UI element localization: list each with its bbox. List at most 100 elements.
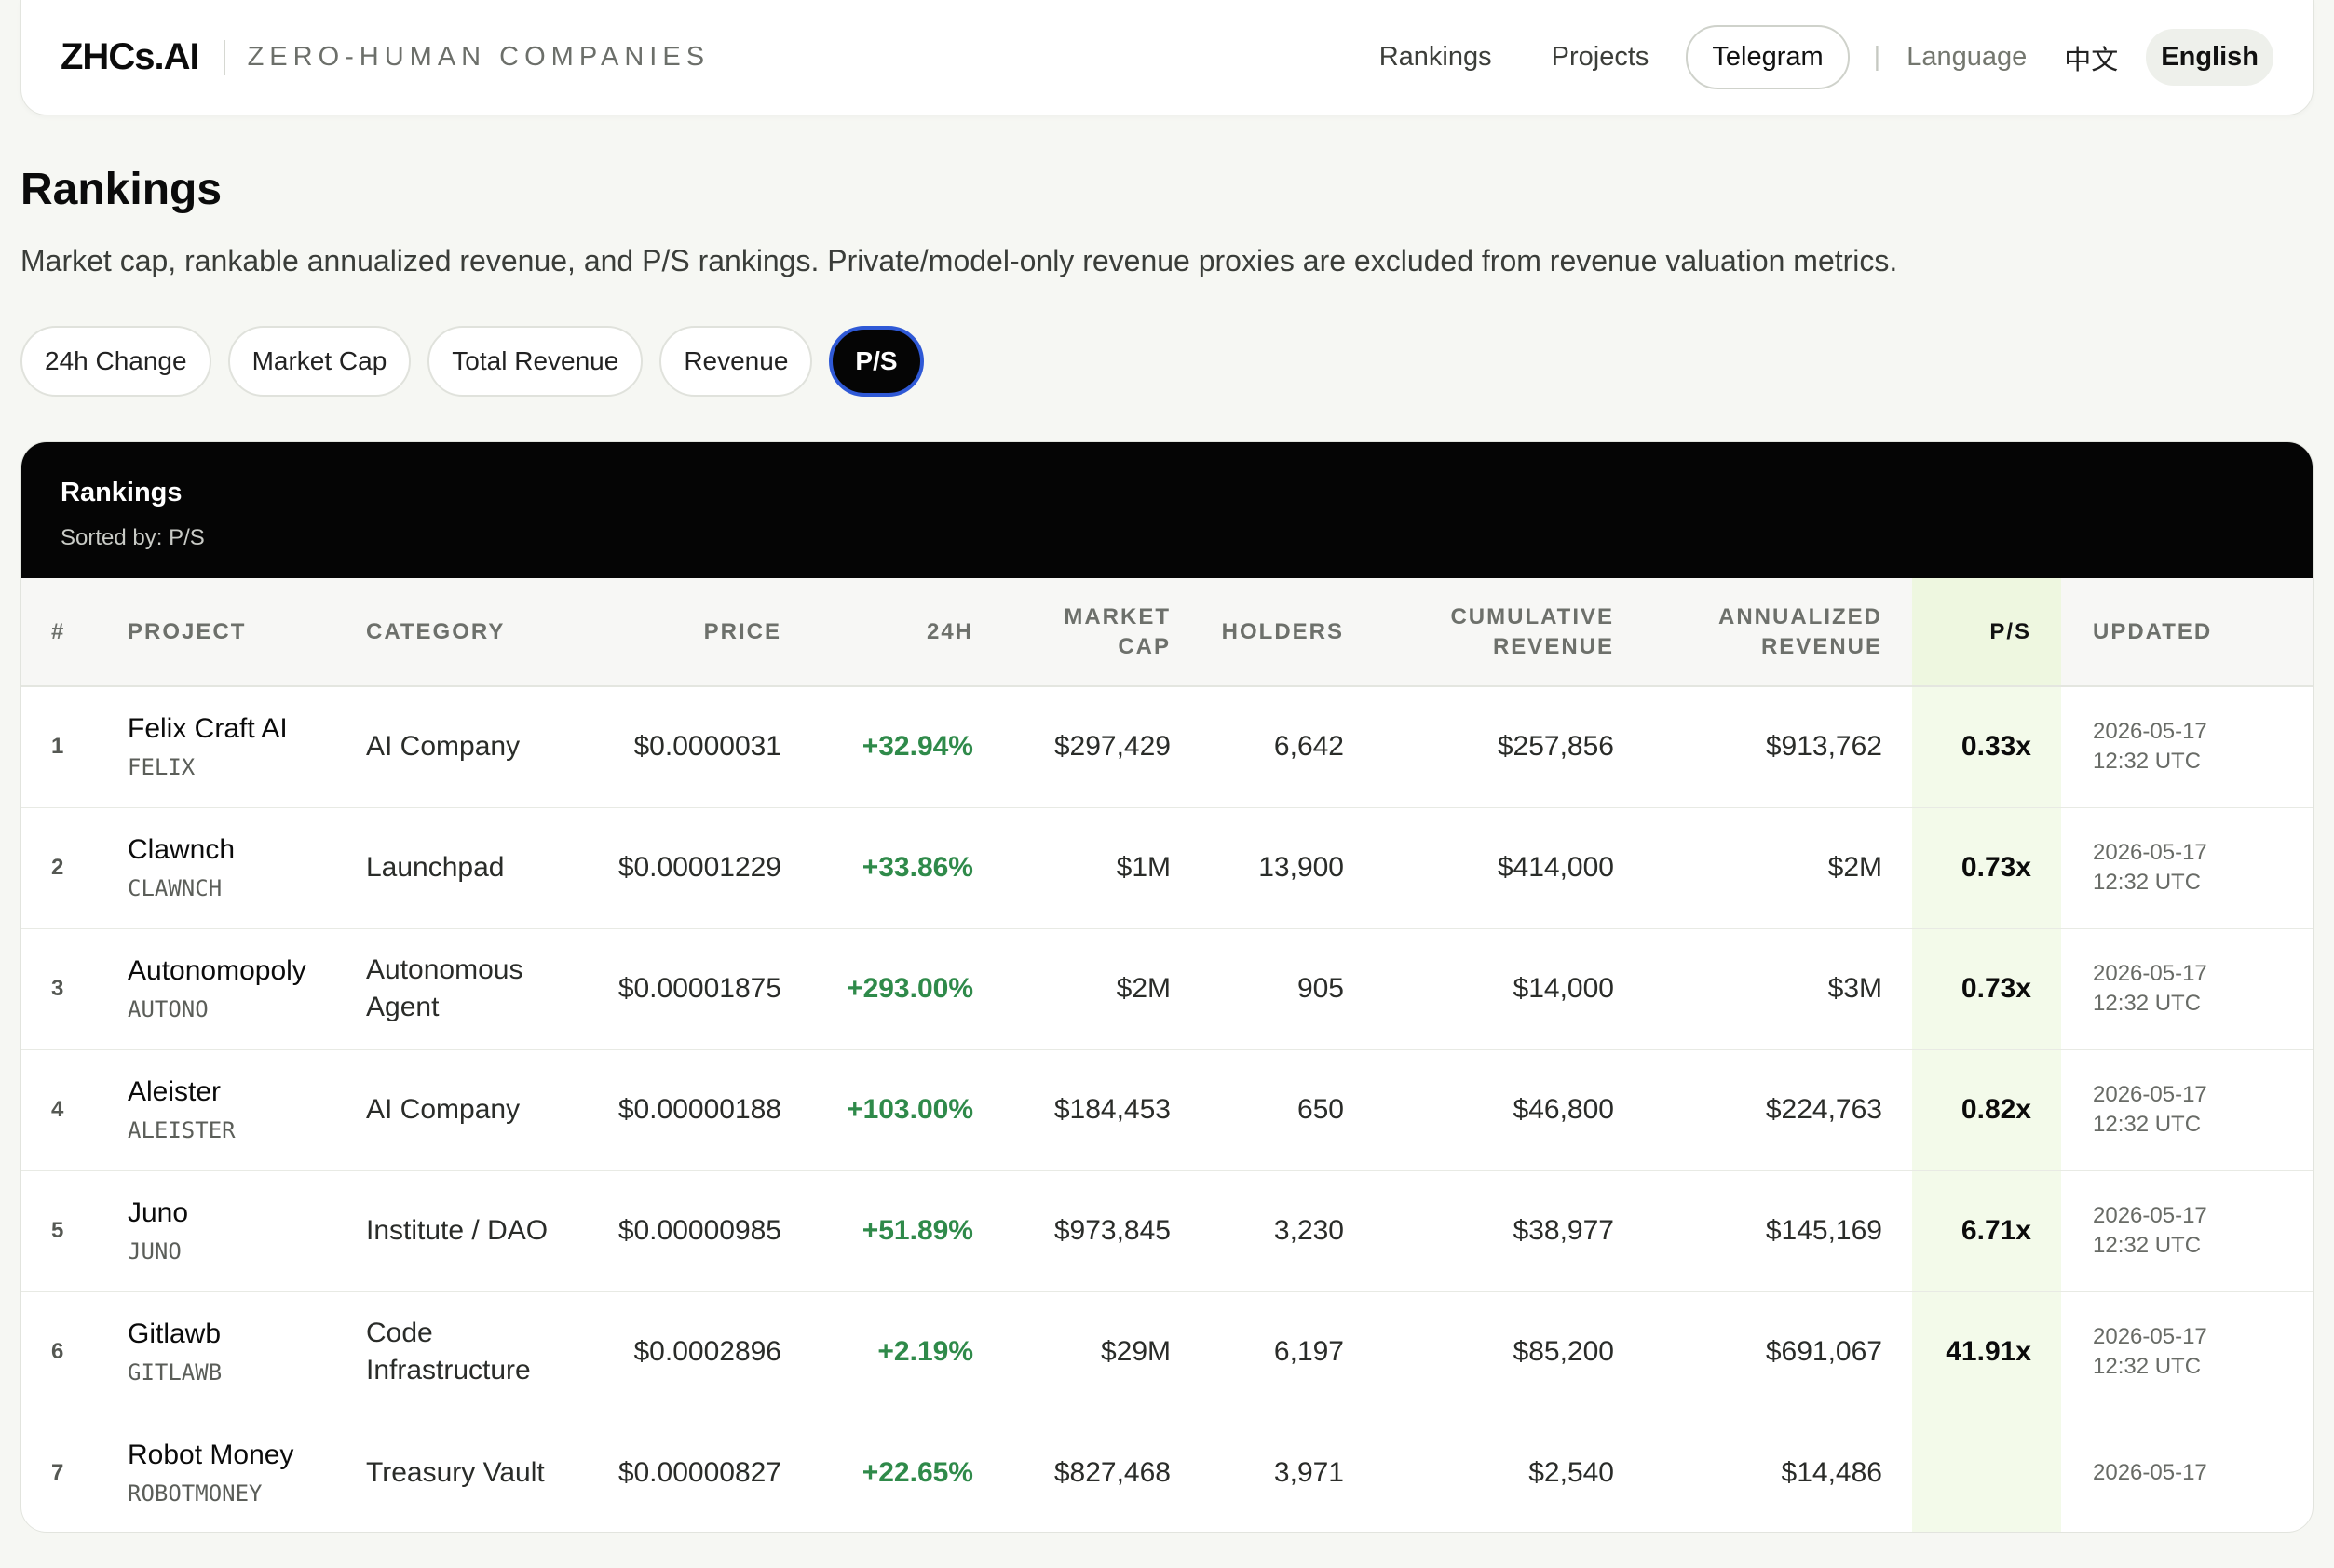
cumulative-revenue-cell: $85,200 [1513,1336,1614,1367]
category-text: Code Infrastructure [366,1318,531,1386]
project-cell[interactable]: Gitlawb GITLAWB [128,1291,366,1413]
language-option-en[interactable]: English [2146,29,2273,86]
rankings-table: # PROJECT CATEGORY PRICE 24H MARKET CAP H… [21,578,2313,1532]
table-row[interactable]: 3 Autonomopoly AUTONO Autonomous Agent $0… [21,928,2313,1049]
column-header-ps[interactable]: P/S [1912,578,2061,687]
project-name[interactable]: Aleister [128,1075,366,1109]
change-cell: +33.86% [862,852,973,883]
category-cell: AI Company [366,686,577,807]
change-cell: +32.94% [862,731,973,763]
price-cell: $0.00001229 [617,852,781,883]
cumulative-revenue-cell: $257,856 [1497,731,1614,763]
project-name[interactable]: Autonomopoly [128,954,366,988]
rank-cell: 7 [51,1460,64,1485]
filter-24h-change[interactable]: 24h Change [20,326,211,397]
cumulative-revenue-cell: $38,977 [1513,1215,1614,1246]
holders-cell: 905 [1296,973,1344,1004]
updated-date: 2026-05-17 [2093,719,2207,745]
column-header-project[interactable]: PROJECT [128,578,366,687]
nav-link-projects[interactable]: Projects [1552,42,1649,73]
project-name[interactable]: Juno [128,1196,366,1230]
cumulative-revenue-cell: $14,000 [1513,973,1614,1004]
column-header-market-cap-line2: CAP [1118,633,1171,659]
updated-cell: 2026-05-17 12:32 UTC [2061,807,2313,928]
column-header-24h[interactable]: 24H [807,578,999,687]
change-cell: +2.19% [877,1336,973,1367]
updated-cell: 2026-05-17 12:32 UTC [2061,928,2313,1049]
project-cell[interactable]: Clawnch CLAWNCH [128,807,366,928]
category-text: Institute / DAO [366,1215,549,1246]
project-name[interactable]: Gitlawb [128,1318,366,1351]
rank-cell: 3 [51,976,64,1001]
column-header-updated[interactable]: UPDATED [2061,578,2313,687]
table-row[interactable]: 5 Juno JUNO Institute / DAO $0.00000985 +… [21,1170,2313,1291]
page-title: Rankings [20,165,223,214]
column-header-category[interactable]: CATEGORY [366,578,577,687]
filter-revenue[interactable]: Revenue [659,326,813,397]
project-name[interactable]: Felix Craft AI [128,712,366,746]
holders-cell: 6,197 [1273,1336,1344,1367]
project-cell[interactable]: Autonomopoly AUTONO [128,928,366,1049]
rankings-card-title: Rankings [61,478,183,507]
updated-cell: 2026-05-17 12:32 UTC [2061,1291,2313,1413]
updated-time: 12:32 UTC [2093,1354,2202,1379]
category-text: Treasury Vault [366,1457,545,1488]
market-cap-cell: $973,845 [1053,1215,1171,1246]
project-cell[interactable]: Aleister ALEISTER [128,1049,366,1170]
filter-total-revenue[interactable]: Total Revenue [427,326,644,397]
table-row[interactable]: 7 Robot Money ROBOTMONEY Treasury Vault $… [21,1413,2313,1532]
annualized-revenue-cell: $14,486 [1781,1457,1882,1488]
rank-cell: 4 [51,1097,64,1122]
market-cap-cell: $29M [1100,1336,1171,1367]
project-cell[interactable]: Felix Craft AI FELIX [128,686,366,807]
filter-market-cap[interactable]: Market Cap [227,326,412,397]
column-header-annualized-revenue-line1: ANNUALIZED [1718,603,1882,629]
column-header-cumulative-revenue[interactable]: CUMULATIVE REVENUE [1370,578,1640,687]
updated-date: 2026-05-17 [2093,1324,2207,1349]
table-row[interactable]: 6 Gitlawb GITLAWB Code Infrastructure $0.… [21,1291,2313,1413]
project-name[interactable]: Robot Money [128,1439,366,1472]
column-header-cumulative-revenue-line1: CUMULATIVE [1450,603,1614,629]
change-cell: +22.65% [862,1457,973,1488]
category-cell: Autonomous Agent [366,928,577,1049]
column-header-cumulative-revenue-line2: REVENUE [1492,633,1614,659]
rankings-card: Rankings Sorted by: P/S # PROJECT CATEGO… [20,441,2314,1533]
price-cell: $0.0002896 [633,1336,782,1367]
updated-date: 2026-05-17 [2093,1460,2207,1485]
ps-cell: 0.73x [1912,807,2061,928]
price-cell: $0.00000188 [617,1094,781,1125]
ps-cell: 0.33x [1912,686,2061,807]
category-cell: Treasury Vault [366,1413,577,1532]
project-symbol: GITLAWB [128,1359,223,1386]
category-text: Autonomous Agent [366,954,523,1022]
project-cell[interactable]: Juno JUNO [128,1170,366,1291]
holders-cell: 3,230 [1273,1215,1344,1246]
column-header-price[interactable]: PRICE [577,578,807,687]
project-name[interactable]: Clawnch [128,833,366,867]
column-header-holders[interactable]: HOLDERS [1197,578,1370,687]
sorted-by-label: Sorted by: P/S [61,525,205,550]
column-header-market-cap-line1: MARKET [1064,603,1171,629]
category-text: AI Company [366,731,521,763]
market-cap-cell: $2M [1116,973,1171,1004]
column-header-market-cap[interactable]: MARKET CAP [999,578,1197,687]
project-symbol: JUNO [128,1238,182,1264]
nav-link-rankings[interactable]: Rankings [1379,42,1492,73]
brand-logo[interactable]: ZHCs.AI [61,36,200,78]
project-symbol: FELIX [128,754,196,781]
updated-time: 12:32 UTC [2093,749,2202,775]
filter-ps[interactable]: P/S [829,326,924,397]
nav-link-telegram[interactable]: Telegram [1686,25,1850,89]
nav-links: Rankings Projects Telegram | Language 中文… [1379,25,2273,89]
project-cell[interactable]: Robot Money ROBOTMONEY [128,1413,366,1532]
language-option-zh[interactable]: 中文 [2064,38,2118,77]
table-row[interactable]: 2 Clawnch CLAWNCH Launchpad $0.00001229 +… [21,807,2313,928]
table-row[interactable]: 1 Felix Craft AI FELIX AI Company $0.0000… [21,686,2313,807]
column-header-annualized-revenue[interactable]: ANNUALIZED REVENUE [1640,578,1912,687]
category-cell: Code Infrastructure [366,1291,577,1413]
top-nav: ZHCs.AI ZERO-HUMAN COMPANIES Rankings Pr… [20,0,2314,115]
annualized-revenue-cell: $145,169 [1765,1215,1882,1246]
table-row[interactable]: 4 Aleister ALEISTER AI Company $0.0000018… [21,1049,2313,1170]
updated-cell: 2026-05-17 12:32 UTC [2061,1049,2313,1170]
column-header-rank[interactable]: # [21,578,128,687]
